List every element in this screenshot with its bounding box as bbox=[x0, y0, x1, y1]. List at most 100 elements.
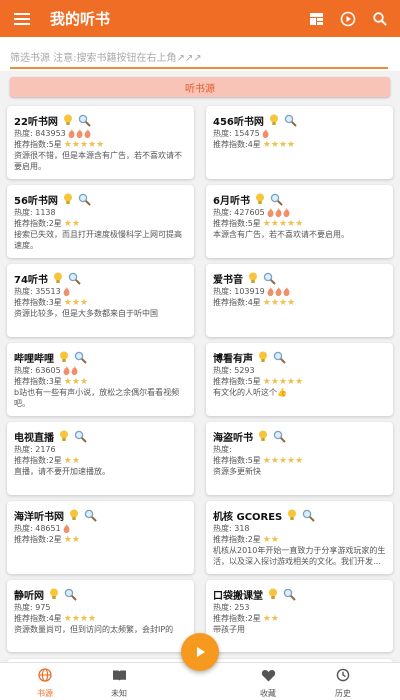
nav-label: 未知 bbox=[111, 689, 127, 698]
star-rating: ★ ★ ★ bbox=[64, 377, 88, 387]
magnifier-icon[interactable] bbox=[273, 351, 286, 364]
recommend-row: 推荐指数:3星 ★ ★ ★ bbox=[14, 297, 188, 308]
recommend-row: 推荐指数:5星 ★ ★ ★ ★ ★ bbox=[213, 376, 387, 387]
star-icon: ★ bbox=[287, 297, 296, 308]
source-card[interactable]: 22听书网 热度: 843953 推荐指数:5星 ★ ★ ★ ★ ★ 资源很不错，但是本源含有广… bbox=[7, 106, 194, 179]
source-type-button[interactable]: 听书源 bbox=[10, 77, 390, 97]
source-name: 机核 GCORES bbox=[213, 511, 283, 523]
source-card[interactable]: 哔哩哔哩 热度: 63605 推荐指数:3星 ★ ★ ★ b站也有一些有声小说，放松之余偶尔… bbox=[7, 343, 194, 416]
source-card[interactable]: 静听网 热度: 975 推荐指数:4星 ★ ★ ★ ★ 资源数量尚可，但到访问的太频繁，会封I… bbox=[7, 580, 194, 652]
source-description: 机核从2010年开始一直致力于分享游戏玩家的生活，以及深入探讨游戏相关的文化。我… bbox=[213, 546, 386, 566]
search-icon[interactable] bbox=[364, 0, 396, 37]
recommend-row: 推荐指数:2星 ★ ★ bbox=[14, 534, 188, 545]
heat-row: 热度: 1138 bbox=[14, 207, 188, 218]
nav-label: 历史 bbox=[335, 689, 351, 698]
nav-item-history[interactable]: 历史 bbox=[313, 667, 373, 699]
layout-icon[interactable] bbox=[300, 0, 332, 37]
flame-icon bbox=[76, 129, 83, 138]
magnifier-icon[interactable] bbox=[68, 272, 81, 285]
star-icon: ★ bbox=[287, 455, 296, 466]
source-card[interactable]: 爱书音 热度: 103919 推荐指数:4星 ★ ★ ★ ★ bbox=[206, 264, 393, 337]
lightbulb-icon[interactable] bbox=[256, 429, 270, 443]
play-circle-icon[interactable] bbox=[332, 0, 364, 37]
card-header: 海洋听书网 bbox=[14, 507, 188, 523]
lightbulb-icon[interactable] bbox=[285, 508, 299, 522]
source-card[interactable]: 6月听书 热度: 427605 推荐指数:5星 ★ ★ ★ ★ ★ 本源含有广告，若不喜欢请不要… bbox=[206, 185, 393, 258]
source-name: 海盗听书 bbox=[213, 432, 253, 444]
magnifier-icon[interactable] bbox=[284, 114, 297, 127]
magnifier-icon[interactable] bbox=[78, 114, 91, 127]
lightbulb-icon[interactable] bbox=[246, 271, 260, 285]
source-card[interactable]: 口袋搬课堂 热度: 253 推荐指数:2星 ★ ★ 带孩子用 bbox=[206, 580, 393, 652]
source-name: 爱书音 bbox=[213, 274, 243, 286]
nav-item-heart[interactable]: 收藏 bbox=[238, 667, 298, 699]
hamburger-menu-icon[interactable] bbox=[0, 0, 44, 37]
heat-row: 热度: 975 bbox=[14, 602, 188, 613]
source-card[interactable]: 电视直播 热度: 2176 推荐指数:2星 ★ ★ 直播，请不要开加速播放。 bbox=[7, 422, 194, 495]
filter-input[interactable] bbox=[10, 49, 388, 69]
lightbulb-icon[interactable] bbox=[267, 113, 281, 127]
heat-value: 热度: 975 bbox=[14, 603, 51, 612]
nav-item-book[interactable]: 未知 bbox=[89, 667, 149, 699]
source-card[interactable]: 74听书 热度: 35513 推荐指数:3星 ★ ★ ★ 资源比较多，但是大多数都来自于听中… bbox=[7, 264, 194, 337]
history-icon bbox=[336, 667, 350, 686]
heat-flames bbox=[262, 129, 270, 138]
source-name: 博看有声 bbox=[213, 353, 253, 365]
card-header: 哔哩哔哩 bbox=[14, 349, 188, 365]
source-card[interactable]: 海盗听书 热度: 推荐指数:5星 ★ ★ ★ ★ ★ 资源多更新快 bbox=[206, 422, 393, 495]
magnifier-icon[interactable] bbox=[283, 588, 296, 601]
lightbulb-icon[interactable] bbox=[47, 587, 61, 601]
magnifier-icon[interactable] bbox=[270, 193, 283, 206]
star-icon: ★ bbox=[270, 218, 279, 229]
star-rating: ★ ★ ★ ★ ★ bbox=[263, 456, 303, 466]
source-description: 直播，请不要开加速播放。 bbox=[14, 467, 110, 476]
recommend-value: 推荐指数:2星 bbox=[14, 456, 62, 465]
nav-item-globe[interactable]: 书源 bbox=[15, 667, 75, 699]
magnifier-icon[interactable] bbox=[302, 509, 315, 522]
card-header: 电视直播 bbox=[14, 428, 188, 444]
lightbulb-icon[interactable] bbox=[57, 350, 71, 364]
lightbulb-icon[interactable] bbox=[67, 508, 81, 522]
recommend-value: 推荐指数:5星 bbox=[14, 140, 62, 149]
magnifier-icon[interactable] bbox=[78, 193, 91, 206]
heat-value: 热度: 15475 bbox=[213, 129, 260, 138]
play-fab-button[interactable] bbox=[181, 633, 219, 671]
lightbulb-icon[interactable] bbox=[61, 113, 75, 127]
top-app-bar: 我的听书 bbox=[0, 0, 400, 37]
heat-value: 热度: 1138 bbox=[14, 208, 56, 217]
card-header: 海盗听书 bbox=[213, 428, 387, 444]
source-description: 接索已失效，而且打开速度极慢科学上网可提高速度。 bbox=[14, 230, 182, 250]
flame-icon bbox=[283, 208, 290, 217]
magnifier-icon[interactable] bbox=[84, 509, 97, 522]
lightbulb-icon[interactable] bbox=[61, 192, 75, 206]
filter-bar bbox=[0, 37, 400, 71]
lightbulb-icon[interactable] bbox=[266, 587, 280, 601]
magnifier-icon[interactable] bbox=[74, 351, 87, 364]
lightbulb-icon[interactable] bbox=[256, 350, 270, 364]
source-card[interactable]: 博看有声 热度: 5293 推荐指数:5星 ★ ★ ★ ★ ★ 有文化的人听这个👍 bbox=[206, 343, 393, 416]
star-icon: ★ bbox=[96, 139, 105, 150]
heat-row: 热度: 35513 bbox=[14, 286, 188, 297]
lightbulb-icon[interactable] bbox=[57, 429, 71, 443]
source-card[interactable]: 456听书网 热度: 15475 推荐指数:4星 ★ ★ ★ ★ bbox=[206, 106, 393, 179]
heat-flames bbox=[68, 129, 92, 138]
magnifier-icon[interactable] bbox=[74, 430, 87, 443]
recommend-row: 推荐指数:5星 ★ ★ ★ ★ ★ bbox=[213, 455, 387, 466]
heat-row: 热度: 48651 bbox=[14, 523, 188, 534]
magnifier-icon[interactable] bbox=[273, 430, 286, 443]
lightbulb-icon[interactable] bbox=[51, 271, 65, 285]
card-header: 爱书音 bbox=[213, 270, 387, 286]
magnifier-icon[interactable] bbox=[64, 588, 77, 601]
magnifier-icon[interactable] bbox=[263, 272, 276, 285]
source-card[interactable]: 56听书网 热度: 1138 推荐指数:2星 ★ ★ 接索已失效，而且打开速度极慢科学上网… bbox=[7, 185, 194, 258]
source-description: 有文化的人听这个👍 bbox=[213, 388, 287, 397]
lightbulb-icon[interactable] bbox=[253, 192, 267, 206]
star-icon: ★ bbox=[278, 297, 288, 308]
flame-icon bbox=[267, 287, 274, 296]
card-header: 56听书网 bbox=[14, 191, 188, 207]
star-icon: ★ bbox=[262, 455, 271, 466]
source-card[interactable]: 海洋听书网 热度: 48651 推荐指数:2星 ★ ★ bbox=[7, 501, 194, 574]
source-card[interactable]: 机核 GCORES 热度: 318 推荐指数:2星 ★ ★ 机核从2010年开始一直致力于… bbox=[206, 501, 393, 574]
source-name: 哔哩哔哩 bbox=[14, 353, 54, 365]
flame-icon bbox=[68, 129, 75, 138]
